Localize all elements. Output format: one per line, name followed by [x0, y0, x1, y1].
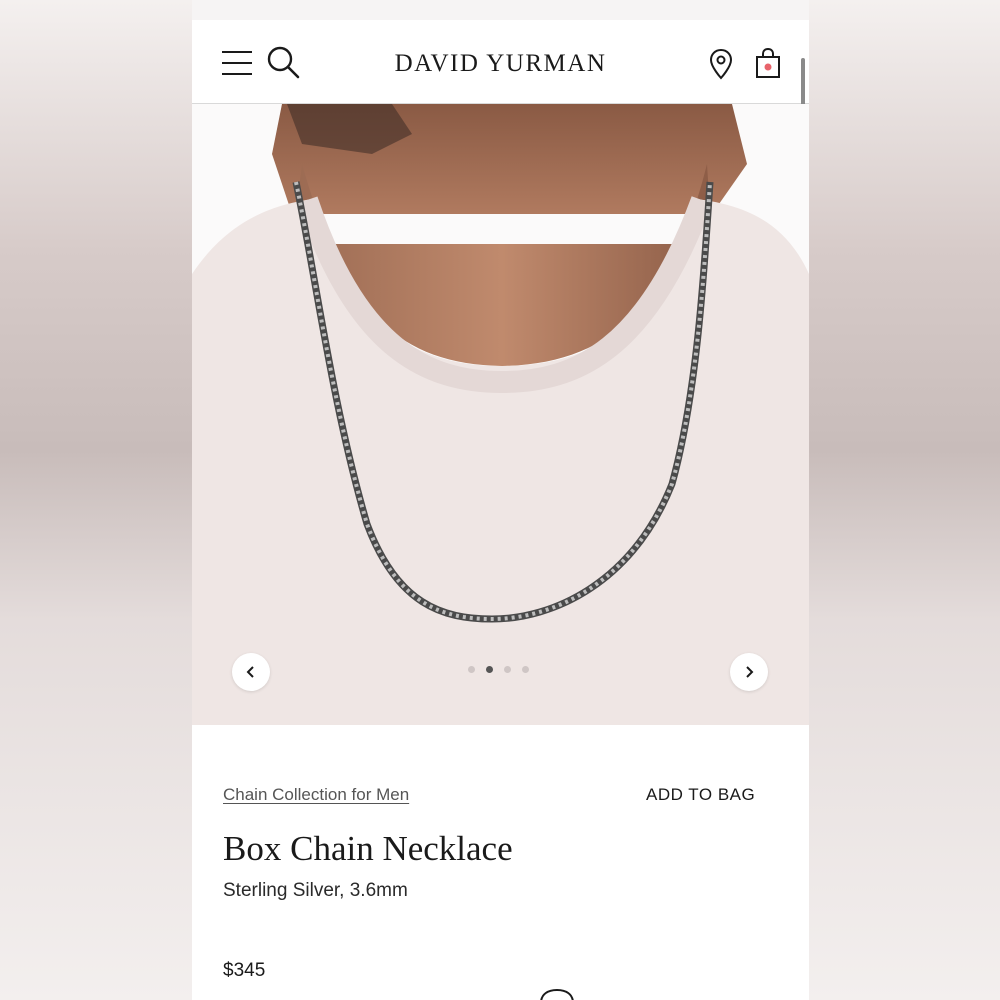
site-header: DAVID YURMAN: [192, 20, 809, 104]
collection-link[interactable]: Chain Collection for Men: [223, 785, 409, 805]
carousel-dot[interactable]: [468, 666, 475, 673]
add-to-bag-button[interactable]: ADD TO BAG: [646, 785, 755, 805]
carousel-dot[interactable]: [522, 666, 529, 673]
product-price: $345: [223, 960, 266, 981]
product-image-carousel[interactable]: [192, 104, 809, 725]
product-info: Chain Collection for Men ADD TO BAG Box …: [192, 725, 809, 1000]
carousel-dots: [468, 666, 529, 673]
background-blur-right: [809, 0, 1000, 1000]
carousel-dot-active[interactable]: [486, 666, 493, 673]
carousel-next-button[interactable]: [730, 653, 768, 691]
carousel-prev-button[interactable]: [232, 653, 270, 691]
background-blur-left: [0, 0, 192, 1000]
carousel-dot[interactable]: [504, 666, 511, 673]
product-title: Box Chain Necklace: [223, 829, 513, 868]
partial-circle-icon: [540, 989, 574, 1000]
chevron-left-icon: [246, 666, 254, 678]
status-strip: [192, 0, 809, 20]
product-subtitle: Sterling Silver, 3.6mm: [223, 880, 408, 901]
product-photo: [192, 104, 809, 725]
phone-screen: DAVID YURMAN Chain Collection for Men AD…: [192, 0, 809, 1000]
location-pin-icon[interactable]: [709, 48, 733, 80]
chevron-right-icon: [746, 666, 754, 678]
shopping-bag-icon[interactable]: [755, 47, 781, 79]
